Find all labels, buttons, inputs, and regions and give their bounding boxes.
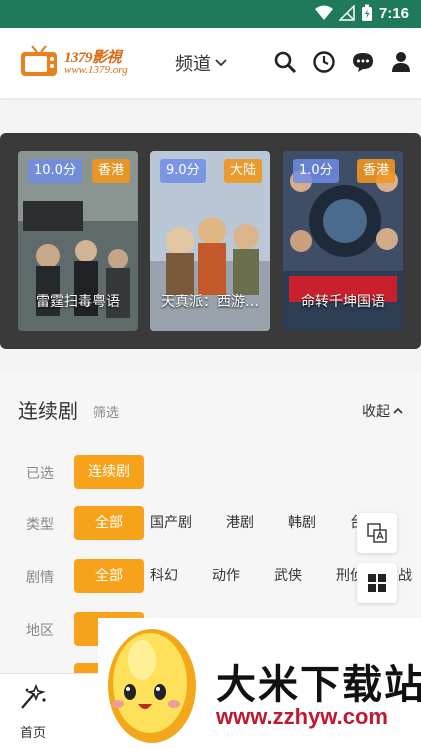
windows-button[interactable] — [357, 563, 397, 603]
nav-label: 首页 — [19, 726, 46, 741]
filter-chip[interactable]: 全部 — [74, 559, 144, 593]
chevron-down-icon — [215, 59, 227, 67]
row-label: 类型 — [26, 517, 54, 533]
filter-chip[interactable]: 国产剧 — [150, 506, 192, 540]
collapse-button[interactable]: 收起 — [362, 401, 403, 421]
watermark-overlay: 大米下载站 www.zzhyw.com — [98, 618, 421, 748]
row-label: 地区 — [26, 623, 54, 639]
filter-chip[interactable]: 港剧 — [226, 506, 254, 540]
history-clock-icon[interactable] — [312, 50, 336, 74]
app-header: 1379影視 www.1379.org 频道 — [0, 28, 421, 98]
row-label: 剧情 — [26, 570, 54, 586]
filter-row-selected: 已选 连续剧 — [0, 455, 421, 491]
row-label: 已选 — [26, 466, 54, 482]
region-badge: 大陆 — [223, 159, 262, 183]
signal-icon — [338, 5, 355, 21]
card-title: 天真派：西游… — [161, 294, 259, 310]
windows-icon — [368, 574, 386, 592]
tv-logo-icon — [21, 45, 57, 76]
collapse-label: 收起 — [362, 404, 390, 420]
rating-badge: 1.0分 — [293, 159, 339, 183]
channel-dropdown[interactable]: 频道 — [175, 50, 227, 76]
category-title: 连续剧 — [18, 399, 78, 423]
featured-card[interactable]: 1.0分 香港 命转千坤国语 — [283, 151, 403, 331]
filter-label: 筛选 — [93, 406, 120, 421]
filter-chip[interactable]: 武侠 — [274, 559, 302, 593]
filter-chip[interactable]: 动作 — [212, 559, 240, 593]
card-title: 命转千坤国语 — [301, 294, 385, 310]
card-title: 雷霆扫毒粤语 — [36, 294, 120, 310]
region-badge: 香港 — [356, 159, 395, 183]
logo-url: www.1379.org — [64, 64, 128, 76]
site-logo[interactable]: 1379影視 www.1379.org — [20, 40, 144, 82]
featured-card[interactable]: 10.0分 香港 雷霆扫毒粤语 — [18, 151, 138, 331]
rating-badge: 9.0分 — [160, 159, 206, 183]
filter-chip[interactable]: 科幻 — [150, 559, 178, 593]
translate-button[interactable] — [357, 513, 397, 553]
search-icon[interactable] — [273, 50, 297, 74]
status-icons: 7:16 — [314, 4, 409, 22]
wifi-icon — [314, 5, 333, 20]
filter-chip[interactable]: 韩剧 — [288, 506, 316, 540]
chevron-up-icon — [393, 407, 403, 414]
clock: 7:16 — [378, 4, 409, 22]
filter-chip[interactable]: 连续剧 — [74, 455, 144, 489]
watermark-title: 大米下载站 — [216, 662, 421, 708]
featured-banner: 10.0分 香港 雷霆扫毒粤语 9.0分 大陆 天真派：西游… 1.0分 香港 … — [0, 133, 421, 349]
battery-icon — [361, 4, 372, 21]
channel-label: 频道 — [175, 54, 211, 75]
home-sparkle-icon — [21, 683, 46, 709]
featured-card[interactable]: 9.0分 大陆 天真派：西游… — [150, 151, 270, 331]
user-icon[interactable] — [389, 50, 413, 74]
message-icon[interactable] — [351, 50, 375, 74]
region-badge: 香港 — [91, 159, 130, 183]
translate-icon — [367, 523, 387, 543]
filter-chip[interactable]: 全部 — [74, 506, 144, 540]
filter-chip[interactable]: 战 — [398, 559, 412, 593]
watermark-url: www.zzhyw.com — [216, 704, 388, 729]
rice-mascot-logo — [108, 629, 196, 743]
nav-home[interactable]: 首页 — [18, 683, 48, 741]
status-bar: 7:16 — [0, 0, 421, 28]
rating-badge: 10.0分 — [28, 159, 82, 183]
